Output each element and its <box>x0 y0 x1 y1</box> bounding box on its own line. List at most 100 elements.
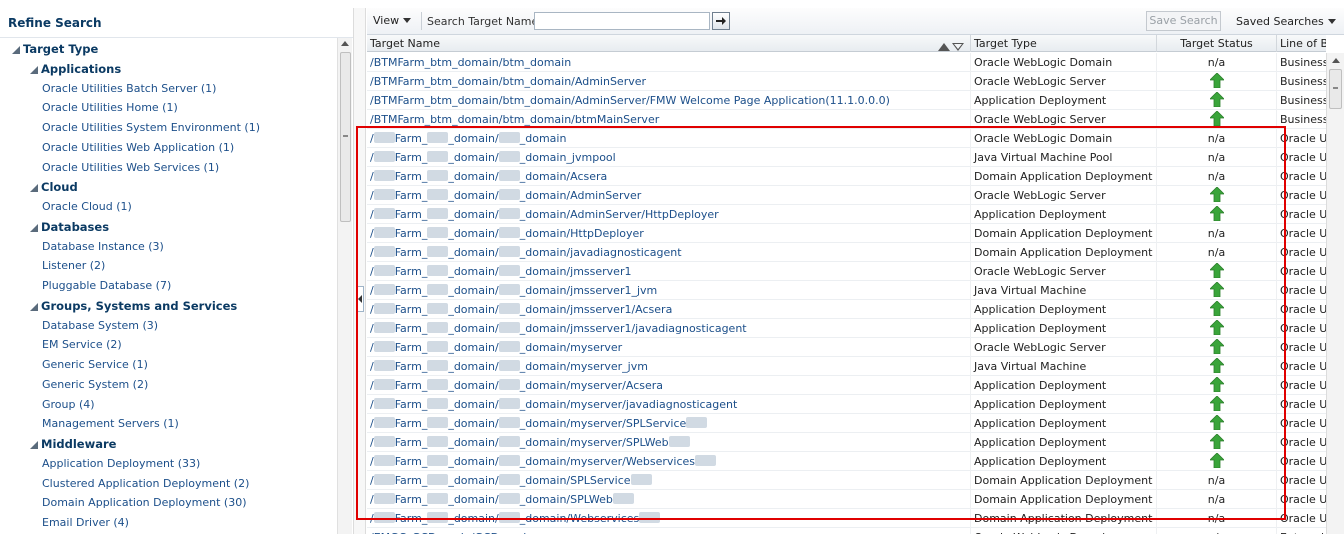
expanded-triangle-icon[interactable] <box>30 302 38 311</box>
table-row[interactable]: /EMGC_GCDomain/GCDomainOracle WebLogic D… <box>367 528 1326 534</box>
target-name-link[interactable]: /BTMFarm_btm_domain/btm_domain <box>367 53 971 72</box>
target-name-link[interactable]: /BTMFarm_btm_domain/btm_domain/AdminServ… <box>367 91 971 110</box>
scroll-thumb[interactable] <box>340 52 351 222</box>
table-row[interactable]: /BTMFarm_btm_domain/btm_domain/btmMainSe… <box>367 110 1326 129</box>
tree-item[interactable]: Email Driver (4) <box>42 516 129 529</box>
table-row[interactable]: / Farm_ _domain/_domain/myserver/SPLServic… <box>367 414 1326 433</box>
search-go-button[interactable] <box>712 12 730 30</box>
table-row[interactable]: / Farm_ _domain/_domain/AdminServer Oracle … <box>367 186 1326 205</box>
expanded-triangle-icon[interactable] <box>30 184 38 193</box>
tree-item[interactable]: Oracle Utilities System Environment (1) <box>42 121 260 134</box>
table-row[interactable]: / Farm_ _domain/_domain/SPLWeb Domain Appli… <box>367 490 1326 509</box>
table-row[interactable]: / Farm_ _domain/_domain/javadiagnosticagen… <box>367 243 1326 262</box>
tree-category[interactable]: Middleware <box>30 437 116 451</box>
tree-item[interactable]: Generic Service (1) <box>42 358 148 371</box>
column-header-target-status[interactable]: Target Status <box>1157 35 1277 52</box>
scroll-thumb[interactable] <box>1329 69 1342 109</box>
view-menu-button[interactable]: View <box>373 14 412 27</box>
target-name-link[interactable]: / Farm_ _domain/_domain/SPLWeb <box>367 490 971 509</box>
table-row[interactable]: / Farm_ _domain/_domain/myserver_jvm Java V… <box>367 357 1326 376</box>
table-row[interactable]: / Farm_ _domain/_domain/myserver/javadiagn… <box>367 395 1326 414</box>
table-scrollbar[interactable] <box>1326 53 1344 534</box>
target-name-link[interactable]: / Farm_ _domain/_domain <box>367 129 971 148</box>
table-row[interactable]: / Farm_ _domain/_domain/HttpDeployer Domain… <box>367 224 1326 243</box>
tree-item[interactable]: Pluggable Database (7) <box>42 279 171 292</box>
tree-item[interactable]: Oracle Utilities Web Application (1) <box>42 141 234 154</box>
table-row[interactable]: / Farm_ _domain/_domain_jvmpool Java Virtua… <box>367 148 1326 167</box>
tree-item[interactable]: Clustered Application Deployment (2) <box>42 477 249 490</box>
table-row[interactable]: / Farm_ _domain/_domain/jmsserver1/javadia… <box>367 319 1326 338</box>
table-row[interactable]: /BTMFarm_btm_domain/btm_domain/AdminServ… <box>367 91 1326 110</box>
target-name-link[interactable]: / Farm_ _domain/_domain/jmsserver1_jvm <box>367 281 971 300</box>
expanded-triangle-icon[interactable] <box>12 46 20 54</box>
sort-ascending-icon[interactable] <box>938 43 950 51</box>
table-row[interactable]: / Farm_ _domain/_domain/Webservices Domain … <box>367 509 1326 528</box>
expanded-triangle-icon[interactable] <box>30 441 38 449</box>
target-name-link[interactable]: / Farm_ _domain/_domain/Webservices <box>367 509 971 528</box>
table-row[interactable]: / Farm_ _domain/_domain/myserver Oracle Web… <box>367 338 1326 357</box>
tree-category[interactable]: Groups, Systems and Services <box>30 299 237 313</box>
tree-item[interactable]: Oracle Utilities Web Services (1) <box>42 161 219 174</box>
table-row[interactable]: / Farm_ _domain/_domain/jmsserver1/Acsera A… <box>367 300 1326 319</box>
target-name-link[interactable]: / Farm_ _domain/_domain/myserver_jvm <box>367 357 971 376</box>
target-name-link[interactable]: / Farm_ _domain/_domain/Acsera <box>367 167 971 186</box>
target-name-link[interactable]: / Farm_ _domain/_domain/myserver <box>367 338 971 357</box>
tree-category[interactable]: Target Type <box>12 42 98 56</box>
target-name-link[interactable]: /BTMFarm_btm_domain/btm_domain/AdminServ… <box>367 72 971 91</box>
tree-item[interactable]: Oracle Utilities Home (1) <box>42 101 178 114</box>
sort-descending-icon[interactable] <box>952 43 964 51</box>
tree-item[interactable]: Database Instance (3) <box>42 240 164 253</box>
table-row[interactable]: / Farm_ _domain/_domain/AdminServer/HttpDe… <box>367 205 1326 224</box>
target-name-link[interactable]: / Farm_ _domain/_domain/myserver/Acsera <box>367 376 971 395</box>
sort-controls[interactable] <box>938 39 964 52</box>
tree-item[interactable]: Oracle Cloud (1) <box>42 200 132 213</box>
target-name-link[interactable]: / Farm_ _domain/_domain/myserver/SPLServic… <box>367 414 971 433</box>
column-header-target-type[interactable]: Target Type <box>971 35 1157 52</box>
table-row[interactable]: / Farm_ _domain/_domain/myserver/SPLWeb App… <box>367 433 1326 452</box>
table-row[interactable]: / Farm_ _domain/_domain/Acsera Domain Appli… <box>367 167 1326 186</box>
save-search-button[interactable]: Save Search <box>1146 11 1221 31</box>
column-header-target-name[interactable]: Target Name <box>367 35 971 52</box>
saved-searches-menu[interactable]: Saved Searches <box>1236 15 1336 28</box>
tree-category[interactable]: Cloud <box>30 180 78 194</box>
tree-item[interactable]: Application Deployment (33) <box>42 457 200 470</box>
target-name-link[interactable]: / Farm_ _domain/_domain/HttpDeployer <box>367 224 971 243</box>
target-name-link[interactable]: / Farm_ _domain/_domain/myserver/SPLWeb <box>367 433 971 452</box>
expanded-triangle-icon[interactable] <box>30 65 38 74</box>
target-name-link[interactable]: / Farm_ _domain/_domain/AdminServer <box>367 186 971 205</box>
table-row[interactable]: /BTMFarm_btm_domain/btm_domain Oracle Web… <box>367 53 1326 72</box>
tree-item[interactable]: Listener (2) <box>42 259 105 272</box>
tree-category[interactable]: Databases <box>30 220 109 234</box>
collapse-panel-button[interactable] <box>356 286 364 312</box>
target-name-link[interactable]: / Farm_ _domain/_domain/AdminServer/HttpDe… <box>367 205 971 224</box>
tree-category[interactable]: Applications <box>30 62 121 76</box>
tree-item[interactable]: Management Servers (1) <box>42 417 179 430</box>
tree-item[interactable]: Generic System (2) <box>42 378 148 391</box>
table-row[interactable]: / Farm_ _domain/_domain/jmsserver1 Oracle W… <box>367 262 1326 281</box>
table-row[interactable]: / Farm_ _domain/_domain/myserver/Acsera App… <box>367 376 1326 395</box>
target-name-link[interactable]: / Farm_ _domain/_domain/jmsserver1/javadia… <box>367 319 971 338</box>
table-row[interactable]: / Farm_ _domain/_domain/SPLService Domain A… <box>367 471 1326 490</box>
column-header-line-of-business[interactable]: Line of Bu <box>1277 35 1326 52</box>
target-name-link[interactable]: / Farm_ _domain/_domain/javadiagnosticagen… <box>367 243 971 262</box>
tree-item[interactable]: Group (4) <box>42 398 95 411</box>
target-name-link[interactable]: / Farm_ _domain/_domain/myserver/javadiagn… <box>367 395 971 414</box>
scroll-up-icon[interactable] <box>1332 58 1340 63</box>
target-name-link[interactable]: / Farm_ _domain/_domain/SPLService <box>367 471 971 490</box>
target-name-link[interactable]: / Farm_ _domain/_domain/myserver/Webservic… <box>367 452 971 471</box>
tree-item[interactable]: Oracle Utilities Batch Server (1) <box>42 82 216 95</box>
table-row[interactable]: / Farm_ _domain/_domain Oracle WebLogic Dom… <box>367 129 1326 148</box>
table-row[interactable]: / Farm_ _domain/_domain/myserver/Webservic… <box>367 452 1326 471</box>
target-name-link[interactable]: /EMGC_GCDomain/GCDomain <box>367 528 971 534</box>
target-name-link[interactable]: / Farm_ _domain/_domain/jmsserver1 <box>367 262 971 281</box>
tree-item[interactable]: EM Service (2) <box>42 338 122 351</box>
left-scrollbar[interactable] <box>337 38 352 534</box>
target-name-link[interactable]: /BTMFarm_btm_domain/btm_domain/btmMainSe… <box>367 110 971 129</box>
expanded-triangle-icon[interactable] <box>30 223 38 232</box>
scroll-up-icon[interactable] <box>341 41 349 46</box>
tree-item[interactable]: Database System (3) <box>42 319 158 332</box>
search-target-name-input[interactable] <box>534 12 710 30</box>
table-row[interactable]: / Farm_ _domain/_domain/jmsserver1_jvm Java… <box>367 281 1326 300</box>
target-name-link[interactable]: / Farm_ _domain/_domain/jmsserver1/Acsera <box>367 300 971 319</box>
target-name-link[interactable]: / Farm_ _domain/_domain_jvmpool <box>367 148 971 167</box>
